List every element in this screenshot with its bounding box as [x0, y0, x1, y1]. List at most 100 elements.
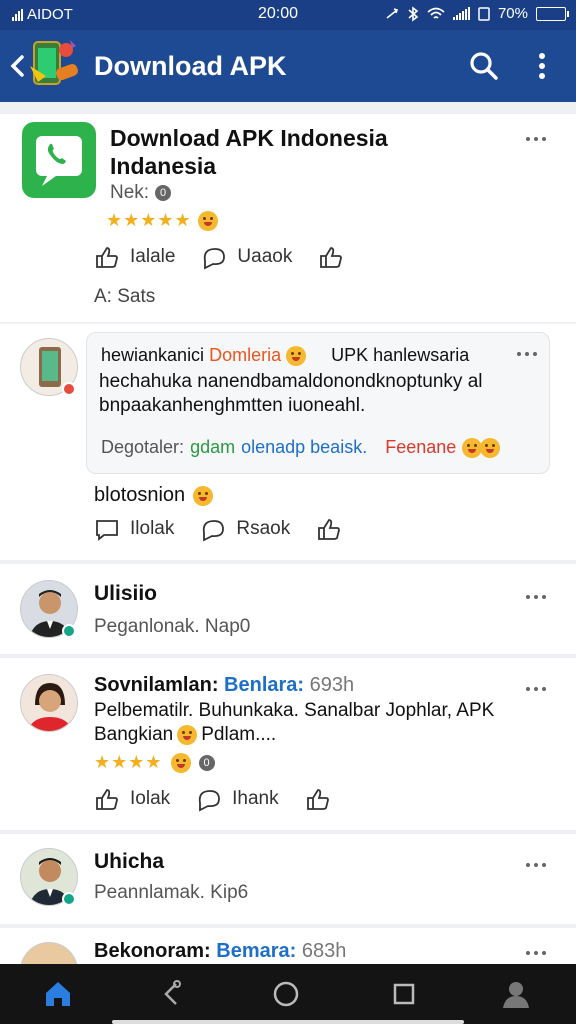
- app-phone-icon[interactable]: [22, 122, 96, 198]
- share-button[interactable]: [305, 786, 331, 812]
- comment-highlight: Domleria: [209, 345, 282, 365]
- rating-row: ★★★★ 0: [94, 752, 215, 773]
- like-button[interactable]: Ilolak: [94, 516, 174, 542]
- signal-icon: [12, 8, 23, 21]
- smile-emoji-icon: [177, 725, 198, 745]
- back-arrow-icon[interactable]: [8, 52, 28, 80]
- more-vert-icon[interactable]: [530, 50, 554, 82]
- sim-icon: [478, 6, 490, 21]
- rating-row: ★★★★★: [106, 210, 218, 231]
- partial-header: Bekonoram: Bemara: 683h: [94, 940, 346, 963]
- comment-red: Feenane: [385, 437, 457, 457]
- review-text-line2: Bangkian Pdlam....: [94, 724, 276, 746]
- user-sub: Peganlonak. Nap0: [94, 616, 251, 637]
- share-button[interactable]: [318, 244, 344, 270]
- caption-row: blotosnion: [94, 484, 214, 507]
- user-name[interactable]: Uhicha: [94, 850, 164, 874]
- comment-button[interactable]: Ihank: [196, 786, 279, 812]
- comment-bubble[interactable]: hewiankanici Domleria UPK hanlewsaria he…: [86, 332, 550, 474]
- app-title: Download APK: [94, 51, 287, 81]
- comment-line3: bnpaakanhenghmtten iuoneahl.: [99, 395, 366, 416]
- post-footer: A: Sats: [94, 286, 156, 307]
- share-icon[interactable]: [156, 978, 188, 1010]
- user-sub: Peannlamak. Kip6: [94, 882, 249, 903]
- comment-label: Ihank: [232, 788, 279, 809]
- thumbs-up-icon: [96, 789, 118, 810]
- post-card-review: Sovnilamlan: Benlara: 693h Pelbematilr. …: [0, 658, 576, 830]
- action-row: Iolak Ihank: [94, 786, 357, 812]
- avatar-status-dot: [62, 382, 76, 396]
- review-text-start: Bangkian: [94, 724, 174, 745]
- review-text-line1: Pelbematilr. Buhunkaka. Sanalbar Jophlar…: [94, 700, 495, 721]
- status-bar: AIDOT 20:00 70%: [0, 0, 576, 30]
- comment-green: gdam: [190, 437, 236, 457]
- post-meta-label: Nek:: [110, 182, 150, 203]
- feed: Download APK Indonesia Indanesia Nek: 0 …: [0, 102, 576, 964]
- review-time: 693h: [309, 674, 355, 696]
- post-card-user: Uhicha Peannlamak. Kip6: [0, 834, 576, 924]
- share-button[interactable]: [316, 516, 342, 542]
- search-icon[interactable]: [468, 50, 500, 82]
- action-row: Ialale Uaaok: [94, 244, 370, 270]
- comment-tail: UPK hanlewsaria: [331, 345, 470, 365]
- post-menu-icon[interactable]: [522, 858, 550, 872]
- star-rating: ★★★★: [94, 752, 163, 772]
- surprised-emoji-icon: [193, 485, 214, 506]
- bottom-nav: [0, 964, 576, 1024]
- post-menu-icon[interactable]: [522, 132, 550, 146]
- post-menu-icon[interactable]: [522, 590, 550, 604]
- like-label: Ialale: [130, 246, 176, 267]
- wink-emoji-icon: [197, 210, 218, 231]
- person-avatar-icon: [27, 683, 73, 731]
- comment-button[interactable]: Rsaok: [200, 516, 290, 542]
- review-header: Sovnilamlan: Benlara: 693h: [94, 674, 354, 697]
- comment-menu-icon[interactable]: [513, 347, 541, 361]
- reply-box-icon: [96, 520, 118, 541]
- review-name-highlight: Benlara:: [224, 674, 305, 696]
- like-label: Ilolak: [130, 518, 175, 539]
- online-indicator: [62, 624, 76, 638]
- home-icon[interactable]: [42, 978, 74, 1010]
- smile-emoji-icon: [480, 437, 501, 458]
- app-bar: Download APK: [0, 30, 576, 102]
- star-rating: ★★★★★: [106, 210, 192, 230]
- post-menu-icon[interactable]: [522, 682, 550, 696]
- profile-icon[interactable]: [500, 978, 532, 1010]
- square-recents-icon[interactable]: [388, 978, 420, 1010]
- comment-label: Uaaok: [237, 246, 293, 267]
- review-name[interactable]: Sovnilamlan:: [94, 674, 218, 696]
- user-name[interactable]: Ulisiio: [94, 582, 157, 606]
- wifi-icon: [427, 7, 445, 19]
- avatar-partial[interactable]: [20, 942, 78, 964]
- like-button[interactable]: Iolak: [94, 786, 170, 812]
- post-card-user: Ulisiio Peganlonak. Nap0: [0, 564, 576, 654]
- post-card-app: Download APK Indonesia Indanesia Nek: 0 …: [0, 114, 576, 322]
- comment-label: Degotaler:: [101, 437, 185, 457]
- status-time: 20:00: [258, 5, 299, 22]
- comment-line2: hechahuka nanendbamaldonondknoptunky al: [99, 371, 483, 392]
- avatar-woman[interactable]: [20, 674, 78, 732]
- comment-line1: hewiankanici Domleria UPK hanlewsaria: [101, 345, 470, 367]
- partial-name[interactable]: Bekonoram:: [94, 940, 211, 962]
- post-card-partial: Bekonoram: Bemara: 683h: [0, 928, 576, 964]
- battery-icon: [536, 6, 569, 21]
- grin-emoji-icon: [286, 346, 307, 367]
- circle-home-icon[interactable]: [270, 978, 302, 1010]
- bluetooth-icon: [408, 5, 419, 22]
- kiss-emoji-icon: [170, 752, 191, 773]
- comment-button[interactable]: Uaaok: [201, 244, 292, 270]
- post-card-comment: hewiankanici Domleria UPK hanlewsaria he…: [0, 324, 576, 560]
- comment-bubble-icon: [203, 520, 225, 542]
- comment-label: Rsaok: [236, 518, 291, 539]
- comment-blue: olenadp beaisk.: [241, 437, 368, 457]
- comment-bubble-icon: [198, 790, 221, 812]
- like-button[interactable]: Ialale: [94, 244, 175, 270]
- thumbs-up-outline-icon: [320, 247, 343, 268]
- post-menu-icon[interactable]: [522, 946, 550, 960]
- thumbs-up-icon: [96, 247, 118, 268]
- post-title[interactable]: Download APK Indonesia Indanesia: [110, 124, 388, 180]
- like-label: Iolak: [130, 788, 171, 809]
- post-title-line1: Download APK Indonesia: [110, 125, 388, 151]
- vibrate-icon: [386, 7, 398, 19]
- thumbs-up-outline-icon: [318, 519, 341, 540]
